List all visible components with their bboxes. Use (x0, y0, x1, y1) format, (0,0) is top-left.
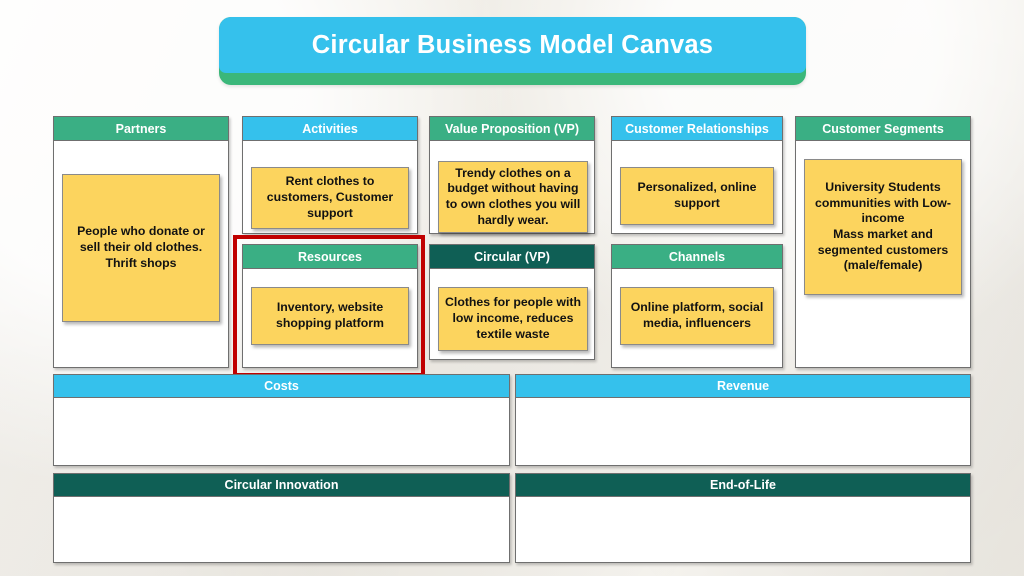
block-customer-segments-body: University Students communities with Low… (796, 141, 970, 367)
block-end-of-life[interactable]: End-of-Life (515, 473, 971, 563)
block-value-proposition[interactable]: Value Proposition (VP) Trendy clothes on… (429, 116, 595, 234)
block-activities-body: Rent clothes to customers, Customer supp… (243, 141, 417, 233)
block-activities-header: Activities (243, 117, 417, 141)
block-channels[interactable]: Channels Online platform, social media, … (611, 244, 783, 368)
note-channels[interactable]: Online platform, social media, influence… (620, 287, 774, 345)
note-activities[interactable]: Rent clothes to customers, Customer supp… (251, 167, 409, 229)
title-banner-face: Circular Business Model Canvas (219, 17, 806, 73)
block-costs-body[interactable] (54, 398, 509, 464)
block-resources-body: Inventory, website shopping platform (243, 269, 417, 367)
block-circular-vp-header: Circular (VP) (430, 245, 594, 269)
block-channels-body: Online platform, social media, influence… (612, 269, 782, 367)
page-title: Circular Business Model Canvas (311, 30, 714, 59)
block-partners-header: Partners (54, 117, 228, 141)
block-circular-innovation-body[interactable] (54, 497, 509, 561)
block-circular-vp[interactable]: Circular (VP) Clothes for people with lo… (429, 244, 595, 360)
note-value-proposition[interactable]: Trendy clothes on a budget without havin… (438, 161, 588, 233)
block-resources-header: Resources (243, 245, 417, 269)
block-costs-header: Costs (54, 375, 509, 398)
block-customer-relationships-header: Customer Relationships (612, 117, 782, 141)
block-circular-innovation-header: Circular Innovation (54, 474, 509, 497)
block-circular-innovation[interactable]: Circular Innovation (53, 473, 510, 563)
block-revenue-header: Revenue (516, 375, 970, 398)
block-end-of-life-header: End-of-Life (516, 474, 970, 497)
block-channels-header: Channels (612, 245, 782, 269)
canvas-title-banner: Circular Business Model Canvas (219, 17, 806, 85)
block-customer-segments-header: Customer Segments (796, 117, 970, 141)
note-circular-vp[interactable]: Clothes for people with low income, redu… (438, 287, 588, 351)
block-revenue[interactable]: Revenue (515, 374, 971, 466)
block-customer-segments[interactable]: Customer Segments University Students co… (795, 116, 971, 368)
block-end-of-life-body[interactable] (516, 497, 970, 561)
note-customer-segments[interactable]: University Students communities with Low… (804, 159, 962, 295)
business-model-canvas: Circular Business Model Canvas Partners … (0, 0, 1024, 576)
note-partners[interactable]: People who donate or sell their old clot… (62, 174, 220, 322)
block-value-proposition-header: Value Proposition (VP) (430, 117, 594, 141)
block-resources[interactable]: Resources Inventory, website shopping pl… (242, 244, 418, 368)
block-circular-vp-body: Clothes for people with low income, redu… (430, 269, 594, 359)
block-partners-body: People who donate or sell their old clot… (54, 141, 228, 367)
note-resources[interactable]: Inventory, website shopping platform (251, 287, 409, 345)
block-customer-relationships-body: Personalized, online support (612, 141, 782, 233)
block-costs[interactable]: Costs (53, 374, 510, 466)
block-partners[interactable]: Partners People who donate or sell their… (53, 116, 229, 368)
block-revenue-body[interactable] (516, 398, 970, 464)
block-customer-relationships[interactable]: Customer Relationships Personalized, onl… (611, 116, 783, 234)
block-value-proposition-body: Trendy clothes on a budget without havin… (430, 141, 594, 233)
block-activities[interactable]: Activities Rent clothes to customers, Cu… (242, 116, 418, 234)
note-customer-relationships[interactable]: Personalized, online support (620, 167, 774, 225)
